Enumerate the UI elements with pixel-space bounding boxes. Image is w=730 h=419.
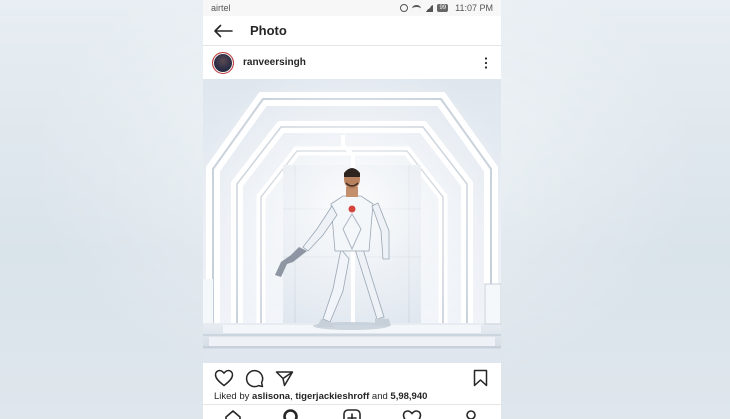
post-image: [203, 79, 501, 363]
add-post-icon: [343, 409, 361, 419]
profile-icon: [466, 410, 476, 419]
username-link[interactable]: ranveersingh: [243, 57, 480, 68]
nav-search[interactable]: [281, 408, 303, 419]
alarm-icon: [400, 4, 409, 12]
post-header: ranveersingh: [203, 46, 501, 79]
nav-activity[interactable]: [401, 408, 423, 419]
bookmark-icon: [473, 369, 487, 387]
send-icon: [275, 370, 293, 386]
likes-count[interactable]: 5,98,940: [390, 391, 427, 402]
more-vertical-icon: [484, 56, 488, 69]
share-button[interactable]: [273, 367, 295, 389]
post-photo[interactable]: [203, 79, 501, 363]
bottom-nav: [203, 404, 501, 419]
liked-by-user-1[interactable]: aslisona: [252, 391, 290, 402]
back-button[interactable]: [210, 18, 236, 44]
likes-prefix: Liked by: [214, 391, 250, 402]
battery-icon: 99: [437, 4, 449, 12]
home-icon: [224, 410, 241, 419]
likes-summary[interactable]: Liked by aslisona, tigerjackieshroff and…: [214, 391, 494, 402]
likes-connector: and: [371, 391, 388, 402]
wifi-icon: [412, 4, 422, 12]
signal-icon: [425, 4, 434, 12]
save-button[interactable]: [469, 367, 491, 389]
avatar[interactable]: [212, 51, 234, 74]
activity-heart-icon: [402, 410, 421, 419]
nav-profile[interactable]: [460, 408, 482, 419]
liked-by-user-2[interactable]: tigerjackieshroff: [295, 391, 369, 402]
status-icons: 99 11:07 PM: [400, 3, 493, 13]
comment-button[interactable]: [243, 367, 265, 389]
search-icon: [283, 409, 299, 419]
status-time: 11:07 PM: [455, 3, 493, 13]
arrow-left-icon: [214, 24, 233, 37]
carrier-label: airtel: [211, 3, 231, 13]
phone-screen: airtel 99 11:07 PM Photo ranveersingh Li…: [203, 0, 501, 419]
post-actions: [203, 366, 501, 390]
like-button[interactable]: [213, 367, 235, 389]
nav-add-post[interactable]: [341, 408, 363, 419]
more-options-button[interactable]: [480, 54, 492, 72]
comment-icon: [245, 369, 263, 387]
heart-icon: [214, 369, 234, 387]
app-header: Photo: [203, 16, 501, 46]
nav-home[interactable]: [222, 408, 244, 419]
status-bar: airtel 99 11:07 PM: [203, 0, 501, 16]
page-title: Photo: [250, 23, 287, 38]
